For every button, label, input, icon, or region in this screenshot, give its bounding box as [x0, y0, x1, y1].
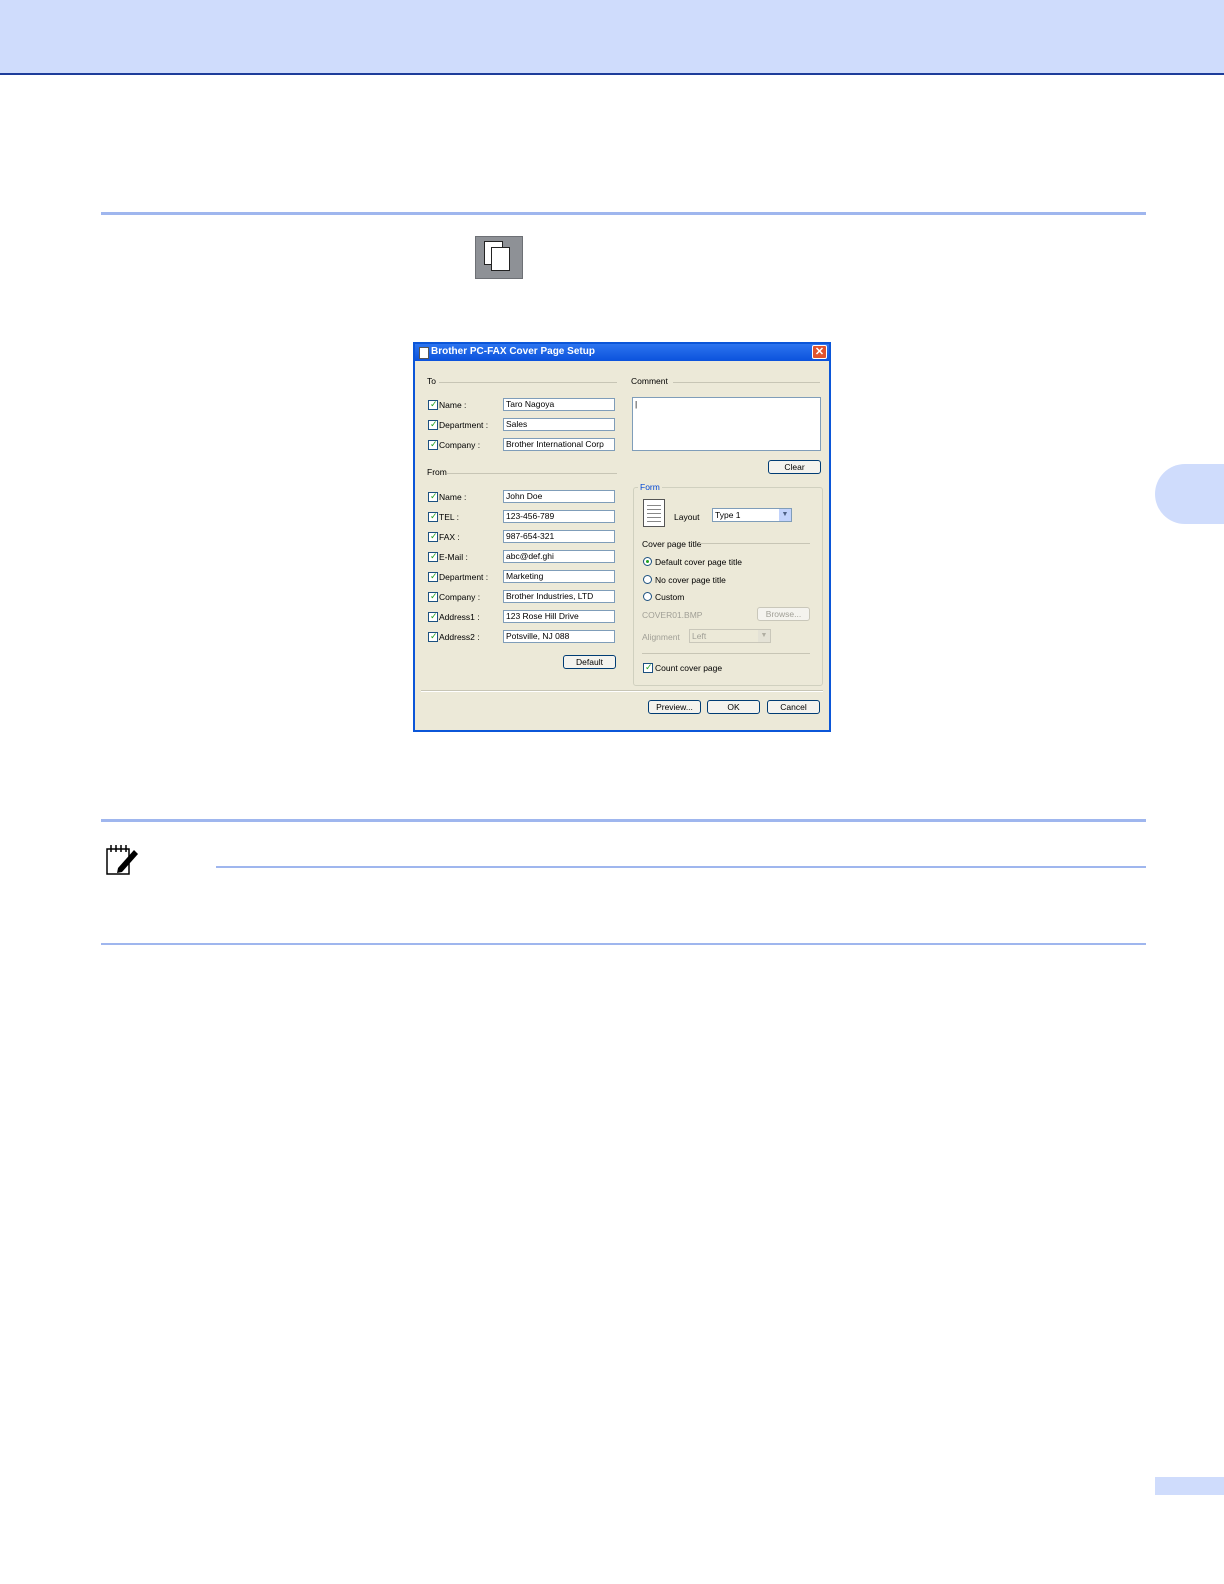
section-rule-top	[101, 212, 1146, 215]
to-group-label: To	[427, 376, 436, 386]
header-band	[0, 0, 1224, 75]
dialog-titlebar[interactable]: Brother PC-FAX Cover Page Setup ✕	[415, 344, 829, 361]
from-name-checkbox[interactable]: ✓	[428, 491, 438, 502]
from-name-field[interactable]: John Doe	[503, 490, 615, 503]
close-button[interactable]: ✕	[812, 345, 827, 359]
count-divider	[642, 653, 810, 654]
ok-button[interactable]: OK	[707, 700, 760, 714]
from-group-divider	[447, 473, 617, 474]
dialog-title: Brother PC-FAX Cover Page Setup	[431, 346, 595, 357]
from-address2-label: Address2 :	[439, 632, 480, 642]
count-cover-page-label: Count cover page	[655, 663, 723, 673]
layout-select[interactable]: Type 1 ▼	[712, 508, 792, 522]
to-company-checkbox[interactable]: ✓	[428, 439, 438, 450]
note-rule-bottom	[101, 943, 1146, 945]
chevron-down-icon: ▼	[758, 630, 770, 642]
from-group-label: From	[427, 467, 447, 477]
count-cover-page-checkbox[interactable]: ✓	[643, 662, 653, 673]
bmp-filename: COVER01.BMP	[642, 610, 703, 620]
from-department-field[interactable]: Marketing	[503, 570, 615, 583]
cover-title-divider	[700, 543, 810, 544]
from-address1-checkbox[interactable]: ✓	[428, 611, 438, 622]
to-department-label: Department :	[439, 420, 489, 430]
chevron-down-icon: ▼	[779, 509, 791, 521]
from-email-checkbox[interactable]: ✓	[428, 551, 438, 562]
from-name-label: Name :	[439, 492, 467, 502]
to-department-field[interactable]: Sales	[503, 418, 615, 431]
from-address2-field[interactable]: Potsville, NJ 088	[503, 630, 615, 643]
alignment-select-value: Left	[692, 631, 707, 641]
clear-button[interactable]: Clear	[768, 460, 821, 474]
browse-button[interactable]: Browse...	[757, 607, 810, 621]
from-tel-label: TEL :	[439, 512, 459, 522]
comment-textarea[interactable]: |	[632, 397, 821, 451]
layout-label: Layout	[674, 512, 700, 522]
custom-title-radio[interactable]	[643, 592, 652, 601]
cancel-button[interactable]: Cancel	[767, 700, 820, 714]
window-icon	[419, 347, 429, 359]
from-email-label: E-Mail :	[439, 552, 468, 562]
from-fax-checkbox[interactable]: ✓	[428, 531, 438, 542]
from-company-field[interactable]: Brother Industries, LTD	[503, 590, 615, 603]
alignment-select[interactable]: Left ▼	[689, 629, 771, 643]
layout-preview-icon	[643, 499, 665, 527]
from-department-label: Department :	[439, 572, 489, 582]
default-button[interactable]: Default	[563, 655, 616, 669]
no-title-label: No cover page title	[655, 575, 726, 585]
to-company-label: Company :	[439, 440, 481, 450]
cover-page-title-label: Cover page title	[642, 539, 702, 549]
note-pencil-icon	[106, 845, 138, 875]
section-rule-middle	[101, 819, 1146, 822]
default-title-radio[interactable]	[643, 557, 652, 566]
default-title-label: Default cover page title	[655, 557, 742, 567]
from-address1-label: Address1 :	[439, 612, 480, 622]
from-tel-field[interactable]: 123-456-789	[503, 510, 615, 523]
note-rule	[216, 866, 1146, 868]
to-company-field[interactable]: Brother International Corp	[503, 438, 615, 451]
from-fax-label: FAX :	[439, 532, 460, 542]
preview-button[interactable]: Preview...	[648, 700, 701, 714]
from-tel-checkbox[interactable]: ✓	[428, 511, 438, 522]
custom-title-label: Custom	[655, 592, 685, 602]
cover-page-icon	[475, 236, 523, 279]
to-department-checkbox[interactable]: ✓	[428, 419, 438, 430]
to-name-label: Name :	[439, 400, 467, 410]
chapter-tab	[1155, 464, 1224, 524]
from-address1-field[interactable]: 123 Rose Hill Drive	[503, 610, 615, 623]
no-title-radio[interactable]	[643, 575, 652, 584]
comment-group-divider	[673, 382, 820, 383]
from-company-checkbox[interactable]: ✓	[428, 591, 438, 602]
from-address2-checkbox[interactable]: ✓	[428, 631, 438, 642]
form-group-label: Form	[638, 482, 662, 492]
to-name-checkbox[interactable]: ✓	[428, 399, 438, 410]
page-number-tab	[1155, 1477, 1224, 1495]
layout-select-value: Type 1	[715, 510, 741, 520]
bottom-divider	[421, 690, 823, 692]
from-fax-field[interactable]: 987-654-321	[503, 530, 615, 543]
to-group-divider	[439, 382, 617, 383]
from-email-field[interactable]: abc@def.ghi	[503, 550, 615, 563]
alignment-label: Alignment	[642, 632, 680, 642]
comment-group-label: Comment	[631, 376, 668, 386]
to-name-field[interactable]: Taro Nagoya	[503, 398, 615, 411]
from-department-checkbox[interactable]: ✓	[428, 571, 438, 582]
cover-page-setup-dialog: Brother PC-FAX Cover Page Setup ✕ To ✓ N…	[413, 342, 831, 732]
from-company-label: Company :	[439, 592, 481, 602]
